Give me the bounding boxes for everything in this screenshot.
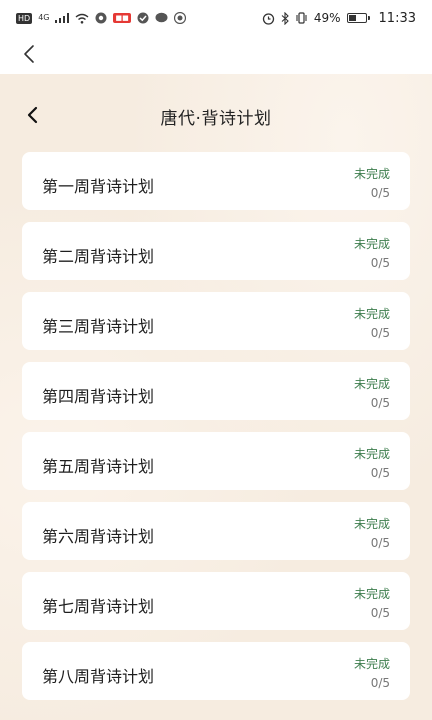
chevron-left-icon[interactable] xyxy=(18,42,42,66)
hd-icon: HD xyxy=(16,12,33,24)
plan-card[interactable]: 第七周背诗计划 未完成 0/5 xyxy=(22,572,410,630)
clock: 11:33 xyxy=(378,10,416,26)
top-nav-bar xyxy=(0,36,432,74)
page-title: 唐代·背诗计划 xyxy=(160,109,272,129)
plan-card[interactable]: 第三周背诗计划 未完成 0/5 xyxy=(22,292,410,350)
check-icon xyxy=(137,12,149,24)
plan-status: 未完成 xyxy=(353,167,390,181)
status-bar: HD 4G ■■ 49% 11:33 xyxy=(0,0,432,36)
wifi-icon xyxy=(76,13,89,24)
plan-card[interactable]: 第二周背诗计划 未完成 0/5 xyxy=(22,222,410,280)
plan-status: 未完成 xyxy=(353,237,390,251)
network-type: 4G xyxy=(38,13,50,22)
battery-fill xyxy=(348,15,356,21)
plan-status: 未完成 xyxy=(353,517,390,531)
plan-card[interactable]: 第六周背诗计划 未完成 0/5 xyxy=(22,502,410,560)
plan-name: 第一周背诗计划 xyxy=(42,177,155,196)
alarm-icon xyxy=(262,12,275,25)
plan-name: 第七周背诗计划 xyxy=(42,597,155,616)
signal-icon xyxy=(55,13,70,23)
bluetooth-icon xyxy=(281,11,289,25)
plan-card[interactable]: 第一周背诗计划 未完成 0/5 xyxy=(22,152,410,210)
app-icon xyxy=(95,12,107,24)
plan-progress: 0/5 xyxy=(370,466,390,480)
plan-progress: 0/5 xyxy=(370,606,390,620)
plan-card[interactable]: 第八周背诗计划 未完成 0/5 xyxy=(22,642,410,700)
plan-name: 第二周背诗计划 xyxy=(42,247,155,266)
plan-card[interactable]: 第四周背诗计划 未完成 0/5 xyxy=(22,362,410,420)
plan-name: 第三周背诗计划 xyxy=(42,317,155,336)
battery-percent: 49% xyxy=(313,11,341,25)
plan-progress: 0/5 xyxy=(370,536,390,550)
plan-status: 未完成 xyxy=(353,307,390,321)
plan-progress: 0/5 xyxy=(370,186,390,200)
app-icon-2 xyxy=(173,12,186,24)
plan-progress: 0/5 xyxy=(370,396,390,410)
plan-name: 第八周背诗计划 xyxy=(42,667,155,686)
plan-progress: 0/5 xyxy=(370,256,390,270)
status-bar-left: HD 4G ■■ xyxy=(16,12,186,24)
plan-progress: 0/5 xyxy=(370,326,390,340)
plan-name: 第四周背诗计划 xyxy=(42,387,155,406)
plan-status: 未完成 xyxy=(353,447,390,461)
plan-progress: 0/5 xyxy=(370,676,390,690)
plan-name: 第五周背诗计划 xyxy=(42,457,155,476)
battery-icon xyxy=(346,13,370,23)
plan-list: 第一周背诗计划 未完成 0/5 第二周背诗计划 未完成 0/5 第三周背诗计划 未完成 0/5 第… xyxy=(22,152,410,712)
red-badge-icon: ■■ xyxy=(113,13,131,23)
plan-status: 未完成 xyxy=(353,657,390,671)
page-header: 唐代·背诗计划 xyxy=(0,98,432,134)
plan-status: 未完成 xyxy=(353,377,390,391)
vibrate-icon xyxy=(296,12,307,24)
plan-status: 未完成 xyxy=(353,587,390,601)
main-content: 唐代·背诗计划 第一周背诗计划 未完成 0/5 第二周背诗计划 未完成 0/5 第三周背诗计… xyxy=(0,74,432,720)
chat-icon xyxy=(155,12,168,23)
plan-name: 第六周背诗计划 xyxy=(42,527,155,546)
status-bar-right: 49% 11:33 xyxy=(262,11,416,26)
plan-card[interactable]: 第五周背诗计划 未完成 0/5 xyxy=(22,432,410,490)
